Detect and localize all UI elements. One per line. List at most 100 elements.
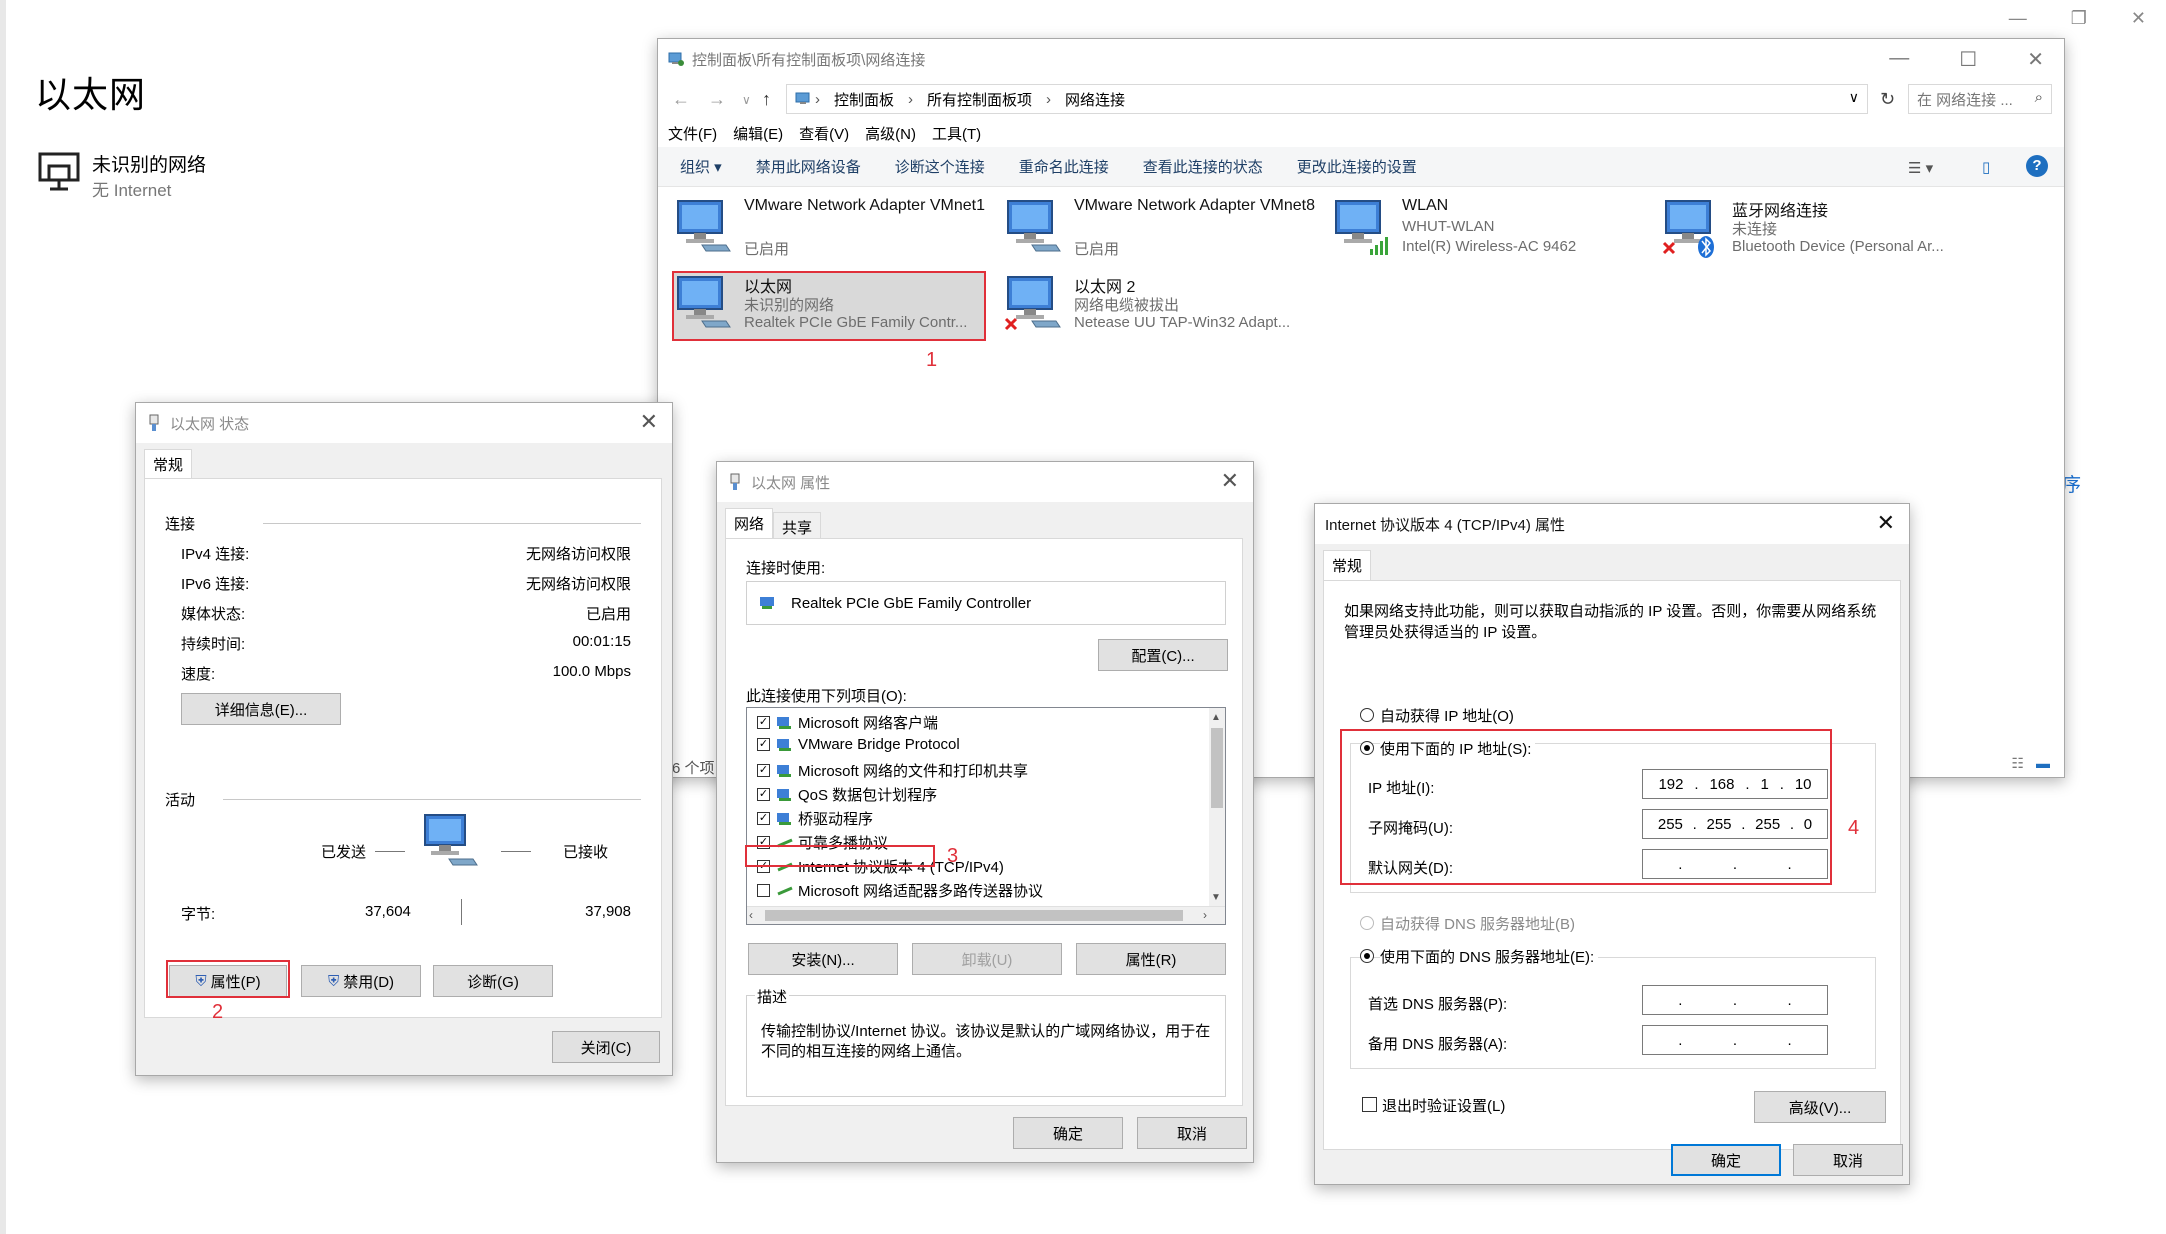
search-icon: ⌕: [2034, 89, 2043, 106]
scroll-right-icon[interactable]: ›: [1203, 908, 1207, 922]
back-arrow-icon[interactable]: ←: [672, 89, 690, 110]
up-arrow-icon[interactable]: ↑: [762, 89, 771, 110]
tab-networking[interactable]: 网络: [725, 508, 774, 540]
organize-button[interactable]: 组织 ▾: [680, 156, 722, 177]
protocol-icon: [777, 886, 793, 895]
menu-file[interactable]: 文件(F): [668, 123, 717, 144]
checkbox-checked[interactable]: ✓: [757, 716, 770, 729]
scroll-up-icon[interactable]: ▲: [1211, 712, 1221, 723]
list-item[interactable]: Microsoft 网络适配器多路传送器协议: [757, 880, 1043, 901]
restore-icon[interactable]: ❐: [2071, 8, 2087, 29]
minimize-icon[interactable]: —: [1889, 47, 1909, 72]
adapter-vmnet8[interactable]: VMware Network Adapter VMnet8 已启用: [1002, 195, 1315, 261]
help-icon[interactable]: ?: [2026, 155, 2048, 177]
close-button[interactable]: 关闭(C): [552, 1031, 660, 1063]
preferred-dns-input[interactable]: ...: [1642, 985, 1828, 1015]
checkbox-checked[interactable]: ✓: [757, 764, 770, 777]
close-icon[interactable]: ✕: [2131, 8, 2146, 29]
close-icon[interactable]: ✕: [2027, 47, 2044, 72]
view-options-icon[interactable]: ☰ ▾: [1908, 159, 1933, 177]
disable-device-button[interactable]: 禁用此网络设备: [756, 156, 861, 177]
view-status-button[interactable]: 查看此连接的状态: [1143, 156, 1263, 177]
adapter-name: WLAN: [1402, 197, 1449, 214]
refresh-icon[interactable]: ↻: [1880, 89, 1895, 110]
minimize-icon[interactable]: —: [2009, 8, 2027, 29]
list-item[interactable]: ✓ VMware Bridge Protocol: [757, 736, 960, 753]
tab-general[interactable]: 常规: [1323, 550, 1372, 582]
list-hscrollbar[interactable]: ‹ ›: [747, 906, 1225, 924]
tiles-view-icon[interactable]: ▬: [2036, 755, 2050, 771]
network-adapter-icon: [1004, 276, 1061, 331]
address-dropdown-icon[interactable]: ∨: [1849, 89, 1859, 106]
explorer-title: 控制面板\所有控制面板项\网络连接: [692, 51, 926, 69]
list-item[interactable]: ✓ QoS 数据包计划程序: [757, 784, 937, 805]
validate-checkbox[interactable]: [1362, 1097, 1377, 1112]
diagnose-button[interactable]: 诊断(G): [433, 965, 553, 997]
tab-general[interactable]: 常规: [144, 449, 193, 481]
change-settings-button[interactable]: 更改此连接的设置: [1297, 156, 1417, 177]
manual-dns-radio[interactable]: [1360, 949, 1374, 963]
adapter-ethernet-2[interactable]: 以太网 2 网络电缆被拔出 Netease UU TAP-Win32 Adapt…: [1002, 271, 1312, 337]
scroll-left-icon[interactable]: ‹: [749, 908, 753, 922]
search-input[interactable]: 在 网络连接 ... ⌕: [1908, 84, 2052, 114]
network-activity-icon: [424, 814, 478, 866]
cancel-button[interactable]: 取消: [1137, 1117, 1247, 1149]
menu-view[interactable]: 查看(V): [799, 123, 849, 144]
item-label: QoS 数据包计划程序: [798, 787, 938, 804]
preview-pane-icon[interactable]: ▯: [1982, 158, 1990, 176]
checkbox-checked[interactable]: ✓: [757, 738, 770, 751]
checkbox-unchecked[interactable]: [757, 884, 770, 897]
list-item[interactable]: ✓ Microsoft 网络客户端: [757, 712, 938, 733]
settings-window-controls: — ❐ ✕: [2009, 8, 2146, 29]
auto-ip-radio[interactable]: [1360, 708, 1374, 722]
adapter-bluetooth[interactable]: 蓝牙网络连接 未连接 Bluetooth Device (Personal Ar…: [1660, 195, 1970, 261]
list-scrollbar[interactable]: ▲ ▼: [1209, 708, 1225, 906]
details-button[interactable]: 详细信息(E)...: [181, 693, 341, 725]
checkbox-checked[interactable]: ✓: [757, 812, 770, 825]
explorer-titlebar: 控制面板\所有控制面板项\网络连接: [658, 39, 2064, 79]
uninstall-button[interactable]: 卸载(U): [912, 943, 1062, 975]
speed-value: 100.0 Mbps: [552, 663, 631, 680]
ok-button[interactable]: 确定: [1013, 1117, 1123, 1149]
adapter-name: VMware Network Adapter VMnet1: [744, 197, 985, 214]
close-icon[interactable]: ✕: [1877, 512, 1895, 534]
close-icon[interactable]: ✕: [1221, 470, 1239, 492]
recent-chevron-icon[interactable]: ∨: [742, 93, 751, 107]
item-label: VMware Bridge Protocol: [798, 736, 960, 753]
auto-dns-radio[interactable]: [1360, 916, 1374, 930]
adapter-field: Realtek PCIe GbE Family Controller: [746, 581, 1226, 625]
configure-button[interactable]: 配置(C)...: [1098, 639, 1228, 671]
menu-tools[interactable]: 工具(T): [932, 123, 981, 144]
diagnose-button[interactable]: 诊断这个连接: [895, 156, 985, 177]
maximize-icon[interactable]: ☐: [1959, 47, 1977, 72]
close-icon[interactable]: ✕: [640, 411, 658, 433]
ethernet-properties-dialog: 以太网 属性 ✕ 网络 共享 连接时使用: Realtek PCIe GbE F…: [716, 461, 1254, 1163]
list-item[interactable]: ✓ Microsoft 网络的文件和打印机共享: [757, 760, 1028, 781]
alternate-dns-input[interactable]: ...: [1642, 1025, 1828, 1055]
adapter-wlan[interactable]: WLAN WHUT-WLAN Intel(R) Wireless-AC 9462: [1330, 195, 1640, 261]
ok-button[interactable]: 确定: [1671, 1144, 1781, 1176]
network-name[interactable]: 未识别的网络: [92, 150, 206, 177]
rename-button[interactable]: 重命名此连接: [1019, 156, 1109, 177]
forward-arrow-icon[interactable]: →: [708, 89, 726, 110]
menu-edit[interactable]: 编辑(E): [733, 123, 783, 144]
cancel-button[interactable]: 取消: [1793, 1144, 1903, 1176]
advanced-button[interactable]: 高级(V)...: [1754, 1091, 1886, 1123]
breadcrumb-control-panel[interactable]: 控制面板: [834, 89, 894, 110]
address-bar[interactable]: › 控制面板 › 所有控制面板项 › 网络连接 ∨: [786, 84, 1868, 114]
breadcrumb-all-items[interactable]: 所有控制面板项: [927, 89, 1032, 110]
annotation-box-1: [672, 271, 986, 341]
item-properties-button[interactable]: 属性(R): [1076, 943, 1226, 975]
list-item[interactable]: ✓ 桥驱动程序: [757, 808, 873, 829]
components-list[interactable]: ✓ Microsoft 网络客户端 ✓ VMware Bridge Protocol…: [746, 707, 1226, 925]
checkbox-checked[interactable]: ✓: [757, 788, 770, 801]
hscroll-thumb[interactable]: [765, 910, 1183, 921]
breadcrumb-network-connections[interactable]: 网络连接: [1065, 89, 1125, 110]
install-button[interactable]: 安装(N)...: [748, 943, 898, 975]
disable-button[interactable]: ⛨ 禁用(D): [301, 965, 421, 997]
menu-advanced[interactable]: 高级(N): [865, 123, 916, 144]
details-view-icon[interactable]: ☷: [2011, 755, 2024, 772]
scroll-thumb[interactable]: [1211, 728, 1223, 808]
scroll-down-icon[interactable]: ▼: [1211, 892, 1221, 903]
adapter-vmnet1[interactable]: VMware Network Adapter VMnet1 已启用: [672, 195, 985, 261]
